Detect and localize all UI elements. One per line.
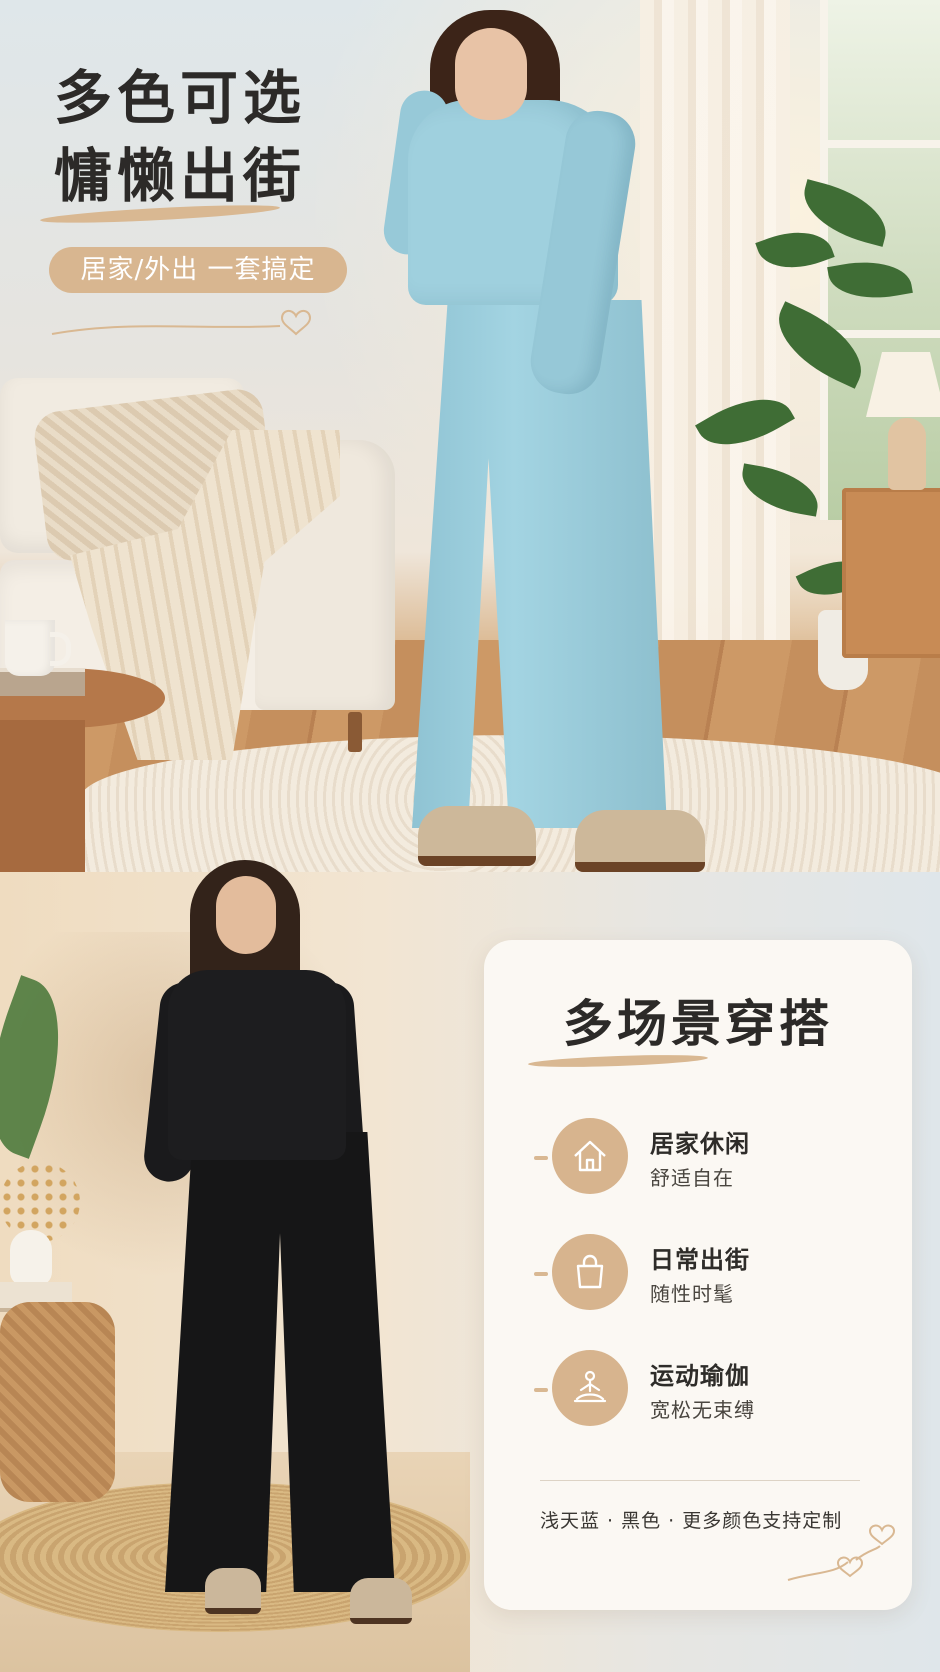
loafer-shoe <box>205 1568 261 1614</box>
feature-subtitle: 舒适自在 <box>650 1166 734 1190</box>
house-icon <box>552 1118 628 1194</box>
black-sweatshirt <box>168 970 346 1160</box>
hearts-decoration <box>787 1524 896 1581</box>
curtain <box>640 0 790 660</box>
feature-title: 运动瑜伽 <box>650 1362 750 1390</box>
yoga-icon <box>552 1350 628 1426</box>
feature-title: 日常出街 <box>650 1246 750 1274</box>
loafer-shoe <box>350 1578 412 1624</box>
scene-pill-badge: 居家/外出 一套搞定 <box>49 247 347 293</box>
accent-tick <box>534 1272 548 1276</box>
feature-street: 日常出街 随性时髦 <box>534 1234 880 1314</box>
side-cabinet <box>842 488 940 658</box>
scenario-card: 多场景穿搭 居家休闲 舒适自在 日常出街 随性时髦 运动瑜伽 宽松无束缚 浅天蓝… <box>484 940 912 1610</box>
vase <box>10 1230 52 1286</box>
card-title: 多场景穿搭 <box>563 995 833 1053</box>
lamp-base <box>888 418 926 490</box>
model-face <box>455 28 527 120</box>
clog-shoe <box>418 806 536 866</box>
sofa-leg <box>348 712 362 752</box>
shopping-bag-icon <box>552 1234 628 1310</box>
model-face <box>216 876 276 954</box>
window-frame <box>828 330 940 338</box>
divider <box>540 1480 860 1481</box>
dried-flowers <box>0 1162 80 1242</box>
coffee-table-base <box>0 720 85 875</box>
clog-shoe <box>575 810 705 872</box>
window-frame <box>828 140 940 148</box>
coffee-mug <box>5 620 71 676</box>
accent-tick <box>534 1388 548 1392</box>
accent-tick <box>534 1156 548 1160</box>
heart-line-decoration <box>51 310 312 336</box>
feature-subtitle: 随性时髦 <box>650 1282 734 1306</box>
hero-title-line2: 慵懒出街 <box>54 142 307 210</box>
feature-subtitle: 宽松无束缚 <box>650 1398 755 1422</box>
feature-title: 居家休闲 <box>650 1130 750 1158</box>
feature-yoga: 运动瑜伽 宽松无束缚 <box>534 1350 880 1430</box>
hero-title-line1: 多色可选 <box>54 64 307 132</box>
woven-stool <box>0 1302 115 1502</box>
feature-home: 居家休闲 舒适自在 <box>534 1118 880 1198</box>
